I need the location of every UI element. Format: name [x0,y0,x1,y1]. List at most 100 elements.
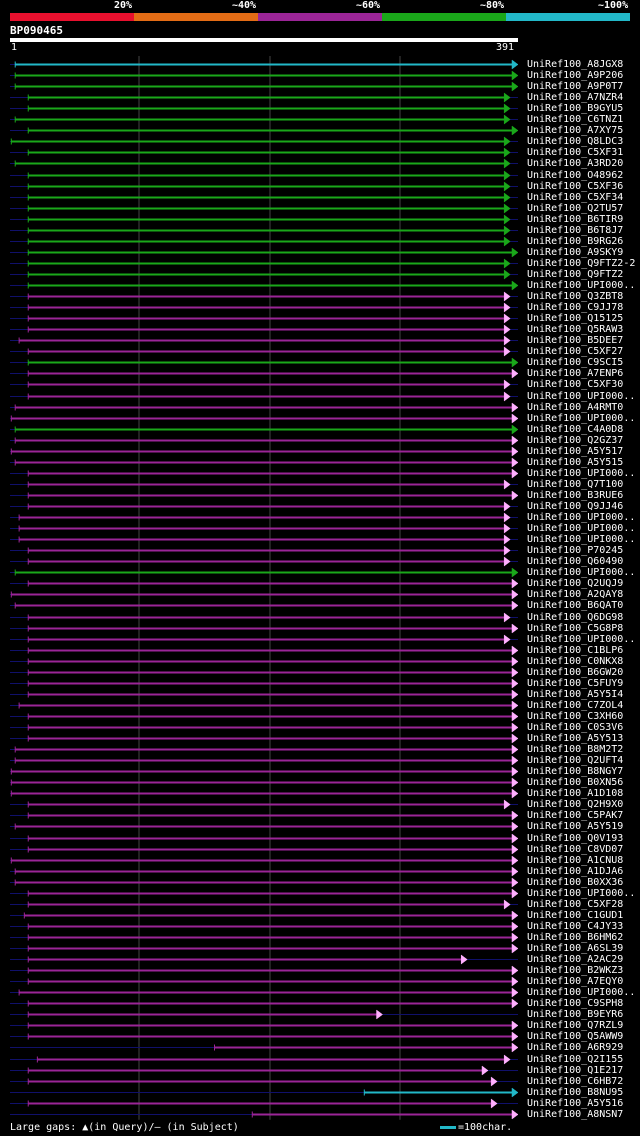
hit-label[interactable]: UniRef100_A9P0T7 [527,81,623,92]
hit-arrow [511,567,519,578]
hit-label[interactable]: UniRef100_P70245 [527,545,623,556]
hit-label[interactable]: UniRef100_A7NZR4 [527,92,623,103]
hit-label[interactable]: UniRef100_Q2UFT4 [527,755,623,766]
hit-arrow [503,302,511,313]
hit-label[interactable]: UniRef100_UPI000.. [527,468,635,479]
hit-arrow [511,446,519,457]
hit-label[interactable]: UniRef100_C5XF36 [527,181,623,192]
hit-label[interactable]: UniRef100_C8VD07 [527,844,623,855]
hit-label[interactable]: UniRef100_Q2GZ37 [527,435,623,446]
hit-label[interactable]: UniRef100_UPI000.. [527,280,635,291]
hit-label[interactable]: UniRef100_A5Y515 [527,457,623,468]
hit-label[interactable]: UniRef100_Q6DG98 [527,612,623,623]
hit-label[interactable]: UniRef100_Q9JJ46 [527,501,623,512]
hit-label[interactable]: UniRef100_Q0V193 [527,833,623,844]
hit-label[interactable]: UniRef100_UPI000.. [527,634,635,645]
hit-label[interactable]: UniRef100_C0NKX8 [527,656,623,667]
hit-label[interactable]: UniRef100_C5FUY9 [527,678,623,689]
hit-label[interactable]: UniRef100_A7XY75 [527,125,623,136]
hit-label[interactable]: UniRef100_UPI000.. [527,534,635,545]
hit-label[interactable]: UniRef100_C6HB72 [527,1076,623,1087]
hit-label[interactable]: UniRef100_C5XF27 [527,346,623,357]
hit-arrow [511,1031,519,1042]
hit-label[interactable]: UniRef100_Q2H9X0 [527,799,623,810]
hit-label[interactable]: UniRef100_Q7T100 [527,479,623,490]
hit-label[interactable]: UniRef100_C5XF28 [527,899,623,910]
hit-label[interactable]: UniRef100_Q2TU57 [527,203,623,214]
hit-label[interactable]: UniRef100_Q8LDC3 [527,136,623,147]
hit-label[interactable]: UniRef100_B9RG26 [527,236,623,247]
hit-label[interactable]: UniRef100_B9EYR6 [527,1009,623,1020]
hit-label[interactable]: UniRef100_A8NSN7 [527,1109,623,1120]
hit-label[interactable]: UniRef100_C0S3V6 [527,722,623,733]
hit-label[interactable]: UniRef100_Q5AWW9 [527,1031,623,1042]
hit-label[interactable]: UniRef100_C9JJ78 [527,302,623,313]
hit-label[interactable]: UniRef100_UPI000.. [527,888,635,899]
hit-label[interactable]: UniRef100_C1BLP6 [527,645,623,656]
hit-label[interactable]: UniRef100_A4RMT0 [527,402,623,413]
hit-label[interactable]: UniRef100_A2AC29 [527,954,623,965]
hit-label[interactable]: UniRef100_B6QAT0 [527,600,623,611]
hit-label[interactable]: UniRef100_C5PAK7 [527,810,623,821]
hit-label[interactable]: UniRef100_C9SPH8 [527,998,623,1009]
hit-label[interactable]: UniRef100_Q9FTZ2 [527,269,623,280]
hit-label[interactable]: UniRef100_C4A0D8 [527,424,623,435]
hit-label[interactable]: UniRef100_Q1E217 [527,1065,623,1076]
hit-label[interactable]: UniRef100_Q9FTZ2-2 [527,258,635,269]
hit-label[interactable]: UniRef100_C6TNZ1 [527,114,623,125]
hit-label[interactable]: UniRef100_A5Y513 [527,733,623,744]
hit-label[interactable]: UniRef100_UPI000.. [527,512,635,523]
hit-label[interactable]: UniRef100_UPI000.. [527,391,635,402]
hit-label[interactable]: UniRef100_A9P206 [527,70,623,81]
hit-label[interactable]: UniRef100_UPI000.. [527,987,635,998]
hit-label[interactable]: UniRef100_B2WKZ3 [527,965,623,976]
hit-label[interactable]: UniRef100_A7EQY0 [527,976,623,987]
hit-label[interactable]: UniRef100_A5Y5I4 [527,689,623,700]
hit-label[interactable]: UniRef100_Q2UQJ9 [527,578,623,589]
hit-label[interactable]: UniRef100_B8NGY7 [527,766,623,777]
hit-label[interactable]: UniRef100_A9SKY9 [527,247,623,258]
hit-label[interactable]: UniRef100_O48962 [527,170,623,181]
hit-label[interactable]: UniRef100_A3RD20 [527,158,623,169]
hit-label[interactable]: UniRef100_B6TIR9 [527,214,623,225]
hit-label[interactable]: UniRef100_B8NU95 [527,1087,623,1098]
hit-label[interactable]: UniRef100_Q60490 [527,556,623,567]
hit-label[interactable]: UniRef100_B0XN56 [527,777,623,788]
hit-label[interactable]: UniRef100_A1CNU8 [527,855,623,866]
hit-label[interactable]: UniRef100_Q2I155 [527,1054,623,1065]
hit-label[interactable]: UniRef100_B5DEE7 [527,335,623,346]
hit-label[interactable]: UniRef100_A5Y517 [527,446,623,457]
hit-label[interactable]: UniRef100_B6HM62 [527,932,623,943]
hit-label[interactable]: UniRef100_A2QAY8 [527,589,623,600]
hit-label[interactable]: UniRef100_A5Y516 [527,1098,623,1109]
hit-label[interactable]: UniRef100_C3XH60 [527,711,623,722]
hit-label[interactable]: UniRef100_B6T8J7 [527,225,623,236]
hit-label[interactable]: UniRef100_UPI000.. [527,523,635,534]
hit-label[interactable]: UniRef100_B6GW20 [527,667,623,678]
hit-label[interactable]: UniRef100_C7ZOL4 [527,700,623,711]
hit-label[interactable]: UniRef100_A7ENP6 [527,368,623,379]
hit-label[interactable]: UniRef100_UPI000.. [527,413,635,424]
hit-label[interactable]: UniRef100_UPI000.. [527,567,635,578]
hit-label[interactable]: UniRef100_Q5RAW3 [527,324,623,335]
hit-label[interactable]: UniRef100_B8M2T2 [527,744,623,755]
hit-label[interactable]: UniRef100_Q7RZL9 [527,1020,623,1031]
hit-label[interactable]: UniRef100_C5XF30 [527,379,623,390]
hit-label[interactable]: UniRef100_B3RUE6 [527,490,623,501]
hit-label[interactable]: UniRef100_A5Y519 [527,821,623,832]
hit-label[interactable]: UniRef100_C1GUD1 [527,910,623,921]
hit-label[interactable]: UniRef100_A6SL39 [527,943,623,954]
hit-label[interactable]: UniRef100_Q3ZBT8 [527,291,623,302]
hit-label[interactable]: UniRef100_B9GYU5 [527,103,623,114]
hit-label[interactable]: UniRef100_C9SCI5 [527,357,623,368]
hit-label[interactable]: UniRef100_B0XX36 [527,877,623,888]
hit-label[interactable]: UniRef100_A8JGX8 [527,59,623,70]
hit-label[interactable]: UniRef100_C5G8P8 [527,623,623,634]
hit-label[interactable]: UniRef100_C5XF34 [527,192,623,203]
hit-label[interactable]: UniRef100_Q15125 [527,313,623,324]
hit-label[interactable]: UniRef100_A6R929 [527,1042,623,1053]
hit-label[interactable]: UniRef100_A1D108 [527,788,623,799]
hit-label[interactable]: UniRef100_A1DJA6 [527,866,623,877]
hit-label[interactable]: UniRef100_C4JY33 [527,921,623,932]
hit-label[interactable]: UniRef100_C5XF31 [527,147,623,158]
